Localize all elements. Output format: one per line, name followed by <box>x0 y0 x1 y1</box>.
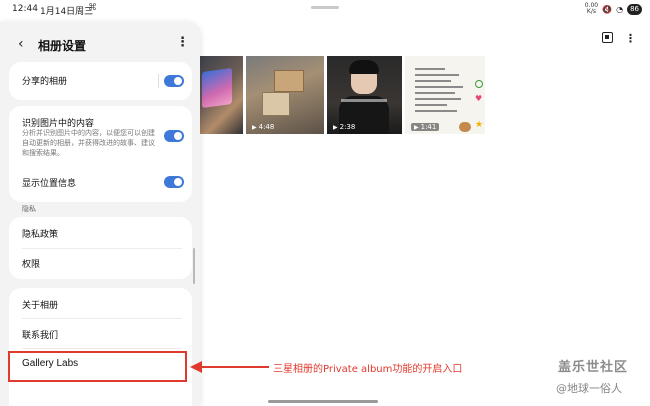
album-settings-panel: ‹ 相册设置 ⋮ 分享的相册 识别图片中的内容 分析并识别图片中的内容，以便您可… <box>0 22 200 406</box>
panel-header: ‹ 相册设置 ⋮ <box>0 22 200 66</box>
annotation-text: 三星相册的Private album功能的开启入口 <box>273 364 463 375</box>
network-speed: 0.00 K/s <box>584 2 599 15</box>
page-title: 相册设置 <box>38 39 87 53</box>
play-icon: ▶ <box>333 123 338 131</box>
gallery-labs-highlight <box>8 351 187 382</box>
settings-card-shared: 分享的相册 <box>9 62 192 100</box>
gallery-thumbnail[interactable]: ♥ ★ ▶ 1:41 <box>405 56 485 134</box>
text-line <box>415 92 455 94</box>
text-line <box>415 98 461 100</box>
notification-icon: ⌘ <box>88 3 97 13</box>
gallery-thumbnail[interactable]: ▶ 4:48 <box>246 56 324 134</box>
gallery-toolbar: ⋮ <box>602 32 636 45</box>
setting-row-show-location[interactable]: 显示位置信息 <box>9 166 192 202</box>
panel-scrollbar[interactable] <box>193 248 195 284</box>
person-hair-image <box>349 60 379 74</box>
more-options-icon[interactable]: ⋮ <box>625 32 636 45</box>
more-options-icon[interactable]: ⋮ <box>176 35 189 50</box>
calendar-icon[interactable] <box>602 32 613 43</box>
video-duration: ▶ 4:48 <box>252 123 275 131</box>
setting-row-permissions[interactable]: 权限 <box>9 248 192 279</box>
subtitle-bar <box>341 99 387 102</box>
setting-label: 关于相册 <box>22 301 59 311</box>
watermark-author: @地球一俗人 <box>556 382 622 395</box>
setting-label: 显示位置信息 <box>22 179 77 189</box>
tablet-screen-image <box>202 67 232 109</box>
setting-row-privacy-policy[interactable]: 隐私政策 <box>9 217 192 248</box>
watermark-community: 盖乐世社区 <box>558 360 629 375</box>
gallery-thumbnail[interactable]: ▶ 2:38 <box>327 56 402 134</box>
video-duration: ▶ 2:38 <box>333 123 356 131</box>
circle-sticker-icon <box>475 80 483 88</box>
text-line <box>415 110 457 112</box>
battery-icon: 86 <box>627 3 642 15</box>
show-location-toggle[interactable] <box>164 176 184 188</box>
bear-sticker-icon <box>459 122 471 132</box>
setting-description: 分析并识别图片中的内容，以便您可以创建自动更新的相册，并获得改进的故事、建议和搜… <box>22 129 155 157</box>
gallery-thumbnail[interactable] <box>198 56 243 134</box>
status-bar: 12:44 1月14日周三 ⌘ 0.00 K/s 🔇 ◔ 86 <box>0 0 650 22</box>
section-header-privacy: 隐私 <box>22 205 36 213</box>
heart-icon: ♥ <box>475 94 483 103</box>
annotation-arrow-line <box>201 366 269 368</box>
row-separator <box>22 348 182 349</box>
text-line <box>415 68 445 70</box>
setting-row-about-album[interactable]: 关于相册 <box>9 288 192 318</box>
text-line <box>415 104 447 106</box>
top-drag-handle[interactable] <box>311 6 339 9</box>
wifi-icon: ◔ <box>616 4 624 14</box>
setting-label: 隐私政策 <box>22 230 59 240</box>
package-image <box>274 70 304 92</box>
setting-label: 分享的相册 <box>22 77 68 87</box>
setting-label: 联系我们 <box>22 331 59 341</box>
star-icon: ★ <box>475 120 484 130</box>
status-time: 12:44 <box>12 4 38 14</box>
bottom-nav-handle[interactable] <box>268 400 378 403</box>
mute-icon: 🔇 <box>602 4 613 14</box>
play-icon: ▶ <box>252 123 257 131</box>
setting-row-contact-us[interactable]: 联系我们 <box>9 318 192 348</box>
text-line <box>415 80 451 82</box>
row-divider <box>158 74 159 88</box>
identify-content-toggle[interactable] <box>164 130 184 142</box>
package-image <box>262 92 290 116</box>
status-icons: 0.00 K/s 🔇 ◔ 86 <box>585 3 642 15</box>
text-line <box>415 74 459 76</box>
status-date: 1月14日周三 <box>40 7 94 17</box>
setting-row-shared-albums[interactable]: 分享的相册 <box>9 62 192 100</box>
settings-card-content: 识别图片中的内容 分析并识别图片中的内容，以便您可以创建自动更新的相册，并获得改… <box>9 106 192 202</box>
settings-card-about: 关于相册 联系我们 Gallery Labs <box>9 288 192 406</box>
back-arrow-icon[interactable]: ‹ <box>18 36 24 52</box>
video-duration: ▶ 1:41 <box>411 123 440 131</box>
play-icon: ▶ <box>414 123 419 131</box>
shared-albums-toggle[interactable] <box>164 75 184 87</box>
text-line <box>415 86 463 88</box>
settings-card-privacy: 隐私政策 权限 <box>9 217 192 279</box>
setting-row-identify-content[interactable]: 识别图片中的内容 分析并识别图片中的内容，以便您可以创建自动更新的相册，并获得改… <box>9 106 192 166</box>
setting-label: 权限 <box>22 260 41 270</box>
